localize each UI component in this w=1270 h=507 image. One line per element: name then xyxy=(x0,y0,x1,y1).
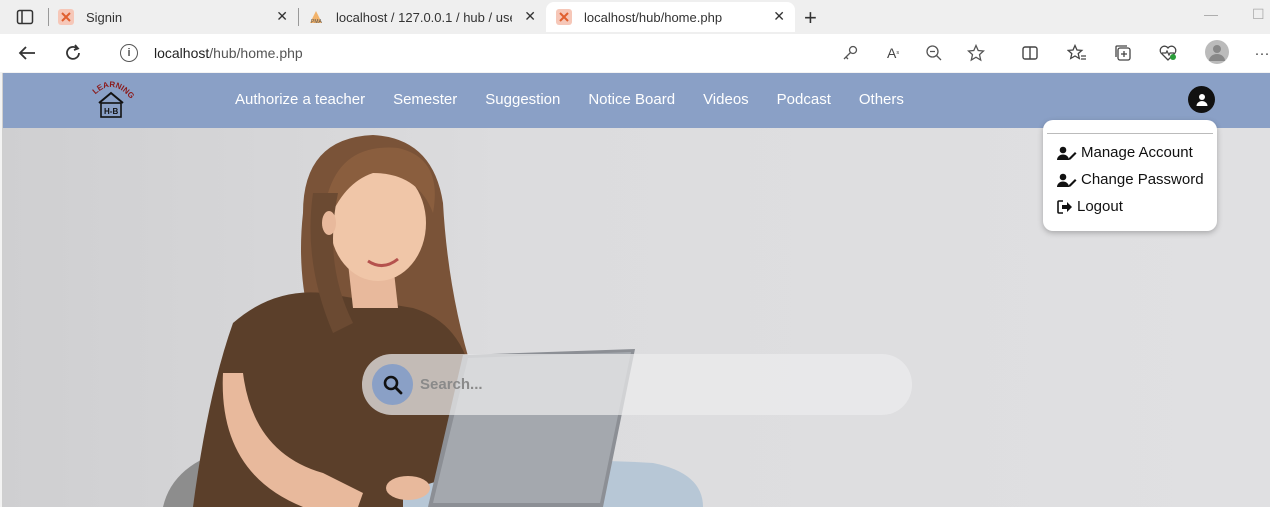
collections-icon[interactable] xyxy=(1113,43,1133,63)
refresh-icon[interactable] xyxy=(62,42,84,64)
user-edit-icon xyxy=(1057,146,1079,160)
menu-label: Logout xyxy=(1077,198,1123,215)
more-menu-icon[interactable]: ··· xyxy=(1252,43,1270,63)
minimize-icon[interactable]: — xyxy=(1204,6,1218,22)
menu-logout[interactable]: Logout xyxy=(1057,198,1123,215)
nav-podcast[interactable]: Podcast xyxy=(777,91,831,108)
favorite-star-icon[interactable] xyxy=(966,43,986,63)
search-button[interactable] xyxy=(372,364,413,405)
nav-notice-board[interactable]: Notice Board xyxy=(588,91,675,108)
browser-toolbar: i localhost /hub/home.php Aˢ ··· xyxy=(0,34,1270,72)
url-host: localhost xyxy=(154,45,210,61)
tab-phpmyadmin[interactable]: PMA localhost / 127.0.0.1 / hub / user ✕ xyxy=(308,2,546,32)
search-bar xyxy=(362,354,912,415)
nav-authorize-teacher[interactable]: Authorize a teacher xyxy=(235,91,365,108)
search-input[interactable] xyxy=(420,372,890,396)
browser-tab-strip: Signin ✕ PMA localhost / 127.0.0.1 / hub… xyxy=(0,0,1270,34)
menu-label: Manage Account xyxy=(1081,144,1193,161)
logout-icon xyxy=(1057,199,1075,214)
main-nav: Authorize a teacher Semester Suggestion … xyxy=(235,91,904,108)
svg-text:PMA: PMA xyxy=(311,19,323,25)
menu-manage-account[interactable]: Manage Account xyxy=(1057,144,1193,161)
nav-suggestion[interactable]: Suggestion xyxy=(485,91,560,108)
tab-home[interactable]: localhost/hub/home.php ✕ xyxy=(546,2,795,32)
read-aloud-icon[interactable]: Aˢ xyxy=(883,43,903,63)
menu-label: Change Password xyxy=(1081,171,1204,188)
url-path: /hub/home.php xyxy=(209,45,303,61)
xampp-icon xyxy=(556,9,572,25)
logo-text-bottom: H-B xyxy=(104,107,118,116)
back-arrow-icon[interactable] xyxy=(16,42,38,64)
zoom-out-icon[interactable] xyxy=(924,43,944,63)
dropdown-divider xyxy=(1047,133,1213,134)
site-info-icon[interactable]: i xyxy=(120,44,138,62)
svg-text:LEARNING: LEARNING xyxy=(91,80,135,101)
phpmyadmin-icon: PMA xyxy=(308,9,324,25)
account-dropdown-menu: Manage Account Change Password Logout xyxy=(1043,120,1217,231)
split-screen-icon[interactable] xyxy=(1020,43,1040,63)
tab-signin[interactable]: Signin ✕ xyxy=(58,2,298,32)
tab-separator xyxy=(48,8,49,26)
close-icon[interactable]: ✕ xyxy=(524,8,536,25)
logo-text-top: LEARNING xyxy=(91,80,135,101)
tab-separator xyxy=(298,8,299,26)
user-edit-icon xyxy=(1057,173,1079,187)
close-icon[interactable]: ✕ xyxy=(773,8,785,25)
tab-actions-icon[interactable] xyxy=(16,8,34,26)
user-account-icon[interactable] xyxy=(1188,86,1215,113)
tab-title: localhost / 127.0.0.1 / hub / user xyxy=(336,9,512,25)
xampp-icon xyxy=(58,9,74,25)
menu-change-password[interactable]: Change Password xyxy=(1057,171,1204,188)
tab-title: Signin xyxy=(86,9,123,25)
nav-others[interactable]: Others xyxy=(859,91,904,108)
key-icon[interactable] xyxy=(840,43,860,63)
favorites-icon[interactable] xyxy=(1067,43,1087,63)
web-page: LEARNING H-B Authorize a teacher Semeste… xyxy=(2,73,1270,507)
close-icon[interactable]: ✕ xyxy=(276,8,288,25)
maximize-icon[interactable]: ☐ xyxy=(1252,6,1265,23)
search-icon xyxy=(383,375,402,394)
browser-essentials-icon[interactable] xyxy=(1158,43,1178,63)
tab-title: localhost/hub/home.php xyxy=(584,9,723,25)
learning-hub-logo[interactable]: LEARNING H-B xyxy=(87,77,135,119)
nav-videos[interactable]: Videos xyxy=(703,91,749,108)
profile-avatar[interactable] xyxy=(1205,40,1229,64)
address-bar[interactable]: i localhost /hub/home.php xyxy=(104,38,1004,68)
new-tab-icon[interactable]: + xyxy=(804,5,817,31)
nav-semester[interactable]: Semester xyxy=(393,91,457,108)
